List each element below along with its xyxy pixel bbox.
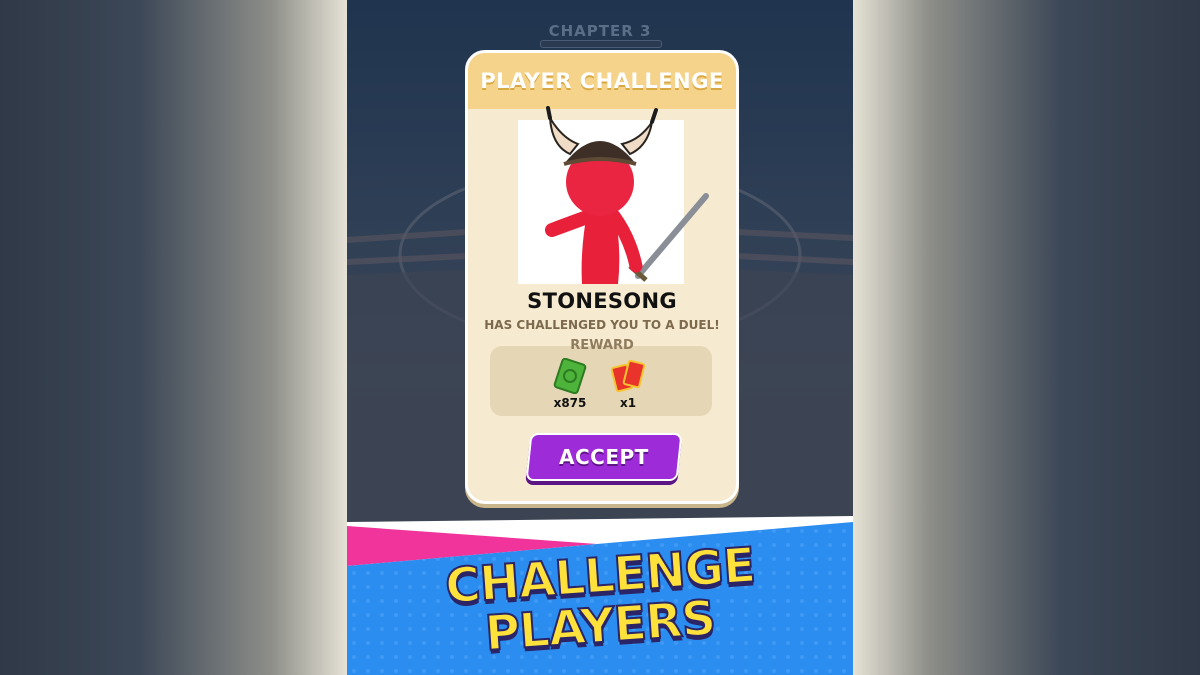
chapter-progress-bar <box>540 40 662 48</box>
reward-ticket-count: x1 <box>619 396 637 410</box>
reward-panel: x875 x1 <box>490 346 712 416</box>
opponent-name: STONESONG <box>527 289 677 313</box>
game-screen: CHAPTER 3 PLAYER CHALLENGE STONESONG HAS… <box>347 0 853 675</box>
ticket-icon <box>610 359 646 393</box>
player-challenge-card: PLAYER CHALLENGE STONESONG HAS CHALLENGE… <box>465 50 739 504</box>
viking-character-icon <box>545 106 709 284</box>
accept-button-label: ACCEPT <box>559 445 649 469</box>
background-blur-right <box>853 0 1200 675</box>
card-title: PLAYER CHALLENGE <box>480 69 724 93</box>
challenge-message: HAS CHALLENGED YOU TO A DUEL! <box>484 318 720 332</box>
opponent-portrait <box>518 106 709 284</box>
background-blur-left <box>0 0 347 675</box>
reward-cash-count: x875 <box>553 396 587 410</box>
reward-label: REWARD <box>570 338 634 353</box>
accept-button[interactable]: ACCEPT <box>525 433 683 481</box>
reward-ticket: x1 <box>608 358 648 410</box>
reward-cash: x875 <box>550 358 590 410</box>
cash-icon <box>553 358 587 394</box>
chapter-label: CHAPTER 3 <box>548 22 652 40</box>
